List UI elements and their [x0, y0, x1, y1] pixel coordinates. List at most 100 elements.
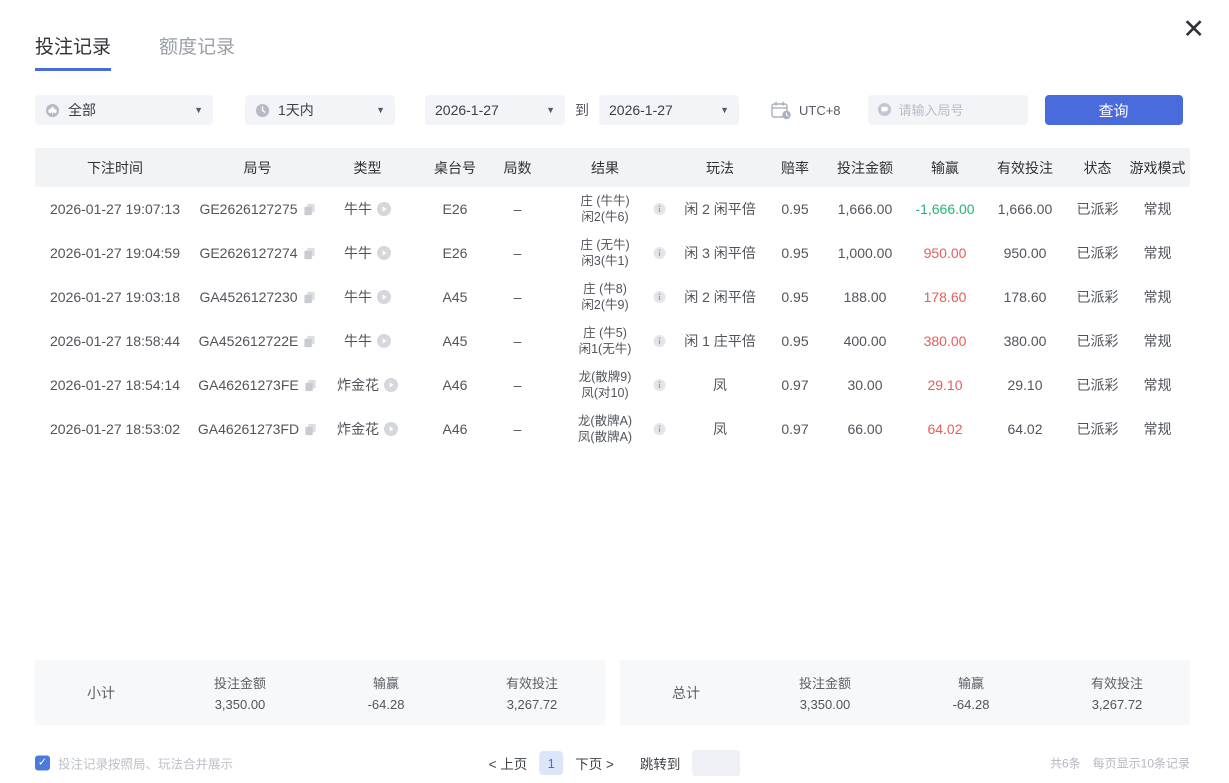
- cell-win-loss: 29.10: [910, 377, 980, 393]
- winloss-value: -1,666.00: [915, 201, 975, 217]
- cell-result: 龙(散牌A) 凤(散牌A): [540, 413, 670, 446]
- cell-bet-amount: 30.00: [847, 377, 883, 393]
- cell-win-loss: -1,666.00: [910, 201, 980, 217]
- copy-icon[interactable]: [304, 423, 317, 436]
- cell-game-type: 牛牛: [320, 243, 415, 263]
- game-type-select[interactable]: 全部 ▼: [35, 95, 213, 125]
- cell-bet-time: 2026-01-27 19:03:18: [50, 289, 180, 305]
- prev-page-button[interactable]: < 上页: [489, 753, 528, 773]
- cell-valid-bet: 29.10: [1007, 377, 1043, 393]
- timezone-indicator: UTC+8: [771, 101, 841, 120]
- column-header: 玩法: [706, 159, 734, 176]
- play-icon[interactable]: [377, 334, 391, 348]
- cell-round-id: GA452612722E: [195, 333, 320, 349]
- cell-bet-amount: 188.00: [843, 289, 887, 305]
- column-header: 输赢: [931, 159, 959, 176]
- cell-play: 闲 3 闲平倍: [684, 245, 756, 261]
- cell-round-id: GE2626127275: [195, 201, 320, 217]
- info-icon[interactable]: [653, 334, 666, 348]
- cell-valid-bet: 1,666.00: [997, 201, 1053, 217]
- round-number-input[interactable]: [867, 95, 1028, 125]
- column-header: 局数: [503, 159, 532, 176]
- column-header: 局号: [243, 159, 272, 176]
- subtotal-bet: 投注金额 3,350.00: [213, 676, 266, 712]
- bet-records-dialog: ✕ 投注记录 额度记录 全部 ▼ 1天内 ▼ 2026-1-27 ▼ 到 202…: [0, 0, 1229, 783]
- cell-game-type: 牛牛: [320, 287, 415, 307]
- play-icon[interactable]: [377, 202, 391, 216]
- clock-icon: [255, 103, 270, 118]
- cell-play: 闲 2 闲平倍: [684, 201, 756, 217]
- copy-icon[interactable]: [303, 247, 316, 260]
- close-icon[interactable]: ✕: [1182, 16, 1205, 43]
- total-winloss: 输赢 -64.28: [952, 676, 990, 712]
- total-panel: 总计 投注金额 3,350.00 输赢 -64.28 有效投注 3,267.72: [620, 660, 1190, 725]
- pagination: < 上页 1 下页 > 跳转到: [489, 750, 741, 776]
- calendar-clock-icon[interactable]: [771, 101, 792, 120]
- cell-game-mode: 常规: [1143, 289, 1172, 305]
- copy-icon[interactable]: [304, 379, 317, 392]
- tab-bet-records[interactable]: 投注记录: [35, 32, 112, 71]
- to-label: 到: [575, 102, 589, 118]
- cell-rounds: –: [513, 377, 522, 393]
- chevron-down-icon: ▼: [720, 105, 729, 115]
- info-icon[interactable]: [653, 246, 666, 260]
- next-page-button[interactable]: 下页 >: [575, 753, 614, 773]
- total-count-text: 共6条: [1049, 756, 1081, 771]
- column-header: 状态: [1083, 159, 1112, 176]
- timezone-label: UTC+8: [799, 102, 841, 118]
- cell-win-loss: 178.60: [910, 289, 980, 305]
- info-icon[interactable]: [653, 202, 666, 216]
- cell-odds: 0.97: [781, 421, 809, 437]
- cell-odds: 0.97: [781, 377, 809, 393]
- tab-quota-records[interactable]: 额度记录: [159, 32, 235, 71]
- cell-result: 庄 (牛牛) 闲2(牛6): [540, 193, 670, 226]
- query-button[interactable]: 查询: [1044, 95, 1183, 125]
- cell-bet-time: 2026-01-27 18:58:44: [50, 333, 180, 349]
- winloss-value: 29.10: [927, 377, 963, 393]
- jump-to-page-input[interactable]: [692, 750, 741, 776]
- cell-round-id: GA46261273FD: [195, 421, 320, 437]
- cell-play: 凤: [713, 421, 727, 437]
- play-icon[interactable]: [384, 422, 398, 436]
- winloss-value: 380.00: [923, 333, 967, 349]
- table-row: 2026-01-27 18:58:44 GA452612722E 牛牛 A45 …: [35, 319, 1190, 363]
- jump-to-label: 跳转到: [639, 757, 681, 772]
- table-row: 2026-01-27 19:04:59 GE2626127274 牛牛 E26 …: [35, 231, 1190, 275]
- cell-status: 已派彩: [1076, 333, 1119, 349]
- date-from-select[interactable]: 2026-1-27 ▼: [425, 95, 565, 125]
- time-range-select[interactable]: 1天内 ▼: [245, 95, 395, 125]
- column-header: 游戏模式: [1129, 159, 1186, 176]
- date-from-value: 2026-1-27: [435, 102, 499, 118]
- total-label: 总计: [672, 684, 700, 701]
- cell-status: 已派彩: [1076, 421, 1119, 437]
- merge-option: ✓ 投注记录按照局、玩法合并展示: [35, 754, 233, 773]
- winloss-value: 64.02: [927, 421, 963, 437]
- cell-status: 已派彩: [1076, 201, 1119, 217]
- info-icon[interactable]: [653, 422, 666, 436]
- current-page-indicator[interactable]: 1: [539, 751, 564, 775]
- cell-table-no: A45: [442, 289, 468, 305]
- cell-status: 已派彩: [1076, 245, 1119, 261]
- play-icon[interactable]: [384, 378, 398, 392]
- cell-odds: 0.95: [781, 245, 809, 261]
- info-icon[interactable]: [653, 378, 666, 392]
- cell-bet-time: 2026-01-27 18:54:14: [50, 377, 180, 393]
- play-icon[interactable]: [377, 246, 391, 260]
- cell-game-type: 炸金花: [320, 375, 415, 395]
- play-icon[interactable]: [377, 290, 391, 304]
- column-header: 桌台号: [434, 159, 476, 176]
- subtotal-label: 小计: [87, 684, 115, 701]
- column-header: 结果: [591, 159, 619, 176]
- cell-game-type: 牛牛: [320, 199, 415, 219]
- copy-icon[interactable]: [303, 203, 316, 216]
- date-to-select[interactable]: 2026-1-27 ▼: [599, 95, 739, 125]
- copy-icon[interactable]: [303, 335, 316, 348]
- copy-icon[interactable]: [303, 291, 316, 304]
- info-icon[interactable]: [653, 290, 666, 304]
- cell-bet-amount: 400.00: [843, 333, 887, 349]
- merge-checkbox[interactable]: ✓: [35, 755, 50, 771]
- game-type-value: 全部: [68, 102, 96, 118]
- cell-valid-bet: 178.60: [1003, 289, 1047, 305]
- table-row: 2026-01-27 18:54:14 GA46261273FE 炸金花 A46…: [35, 363, 1190, 407]
- cell-table-no: E26: [442, 201, 468, 217]
